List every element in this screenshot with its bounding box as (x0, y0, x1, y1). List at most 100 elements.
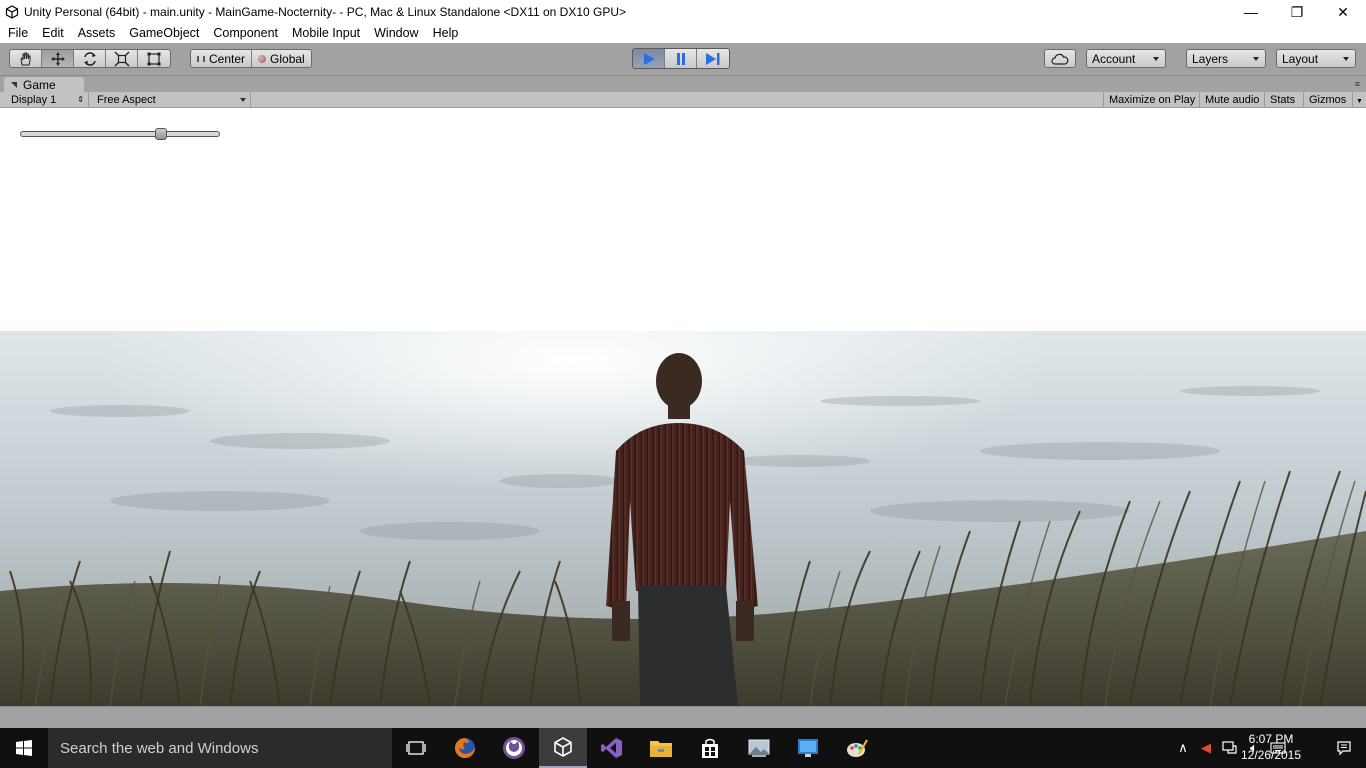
minimize-button[interactable]: — (1228, 0, 1274, 24)
pause-icon (676, 52, 685, 65)
ui-slider-thumb[interactable] (155, 128, 168, 140)
menu-assets[interactable]: Assets (70, 24, 122, 43)
rotate-icon (83, 51, 96, 66)
scale-tool-button[interactable] (106, 50, 138, 67)
pivot-center-button[interactable]: Center (191, 50, 253, 67)
start-button[interactable] (0, 728, 48, 768)
close-button[interactable]: ✕ (1320, 0, 1366, 24)
playback-controls (632, 48, 730, 69)
chevron-up-icon[interactable]: ∧ (1173, 738, 1193, 758)
menu-component[interactable]: Component (205, 24, 284, 43)
search-placeholder: Search the web and Windows (60, 739, 259, 757)
gizmos-toggle[interactable]: Gizmos (1303, 92, 1353, 108)
scale-icon (114, 51, 129, 66)
firefox-icon (455, 738, 475, 758)
tab-game[interactable]: Game (4, 77, 84, 92)
step-icon (706, 52, 720, 65)
file-explorer-icon (650, 741, 672, 757)
rect-tool-button[interactable] (138, 50, 170, 67)
ui-slider-track[interactable] (20, 131, 220, 137)
volume-warning-icon[interactable]: ◀ (1196, 738, 1216, 758)
mute-audio-toggle[interactable]: Mute audio (1199, 92, 1264, 108)
title-bar: Unity Personal (64bit) - main.unity - Ma… (0, 0, 1366, 24)
close-icon: ✕ (1337, 3, 1349, 20)
pivot-global-label: Global (270, 51, 305, 66)
taskbar-search-input[interactable]: Search the web and Windows (48, 728, 392, 768)
pause-button[interactable] (665, 49, 697, 68)
maximize-on-play-toggle[interactable]: Maximize on Play (1103, 92, 1200, 108)
chevron-down-icon (1253, 57, 1259, 61)
menu-help[interactable]: Help (425, 24, 465, 43)
step-button[interactable] (697, 49, 729, 68)
file-explorer-button[interactable] (637, 728, 685, 768)
game-tab-icon (11, 81, 17, 88)
firefox-button[interactable] (441, 728, 489, 768)
hand-tool-button[interactable] (10, 50, 42, 67)
clock-date: 12/26/2015 (1240, 748, 1302, 762)
chevron-down-icon (240, 98, 246, 102)
stats-toggle[interactable]: Stats (1264, 92, 1300, 108)
rect-icon (147, 52, 161, 65)
layout-label: Layout (1282, 51, 1319, 66)
github-button[interactable] (490, 728, 538, 768)
photos-icon (748, 739, 770, 757)
gizmos-dropdown[interactable]: ▼ (1352, 92, 1366, 108)
pivot-global-button[interactable]: Global (252, 50, 311, 67)
stats-label: Stats (1270, 94, 1296, 106)
visual-studio-icon (601, 738, 622, 758)
tab-bar: Game ≡ (0, 76, 1366, 92)
visual-studio-button[interactable] (588, 728, 636, 768)
globe-icon (258, 54, 267, 63)
cloud-services-button[interactable] (1044, 49, 1076, 68)
tab-game-label: Game (23, 77, 56, 92)
updown-icon: ⇕ (77, 95, 84, 104)
menu-mobile-input[interactable]: Mobile Input (284, 24, 366, 43)
minimize-icon: — (1244, 4, 1258, 20)
main-toolbar: Center Global Account Layers Layout (0, 43, 1366, 76)
chevron-down-icon: ▼ (1356, 98, 1363, 105)
game-view-toolbar: Display 1 ⇕ Free Aspect Maximize on Play… (0, 92, 1366, 108)
store-icon (702, 738, 718, 758)
taskbar-clock[interactable]: 6:07 PM 12/26/2015 (1236, 731, 1306, 763)
menu-edit[interactable]: Edit (34, 24, 70, 43)
windows-taskbar: Search the web and Windows ∧ ◀ 🔈︎ 6:07 P… (0, 728, 1366, 768)
unity-logo-icon (4, 4, 20, 20)
menu-bar: File Edit Assets GameObject Component Mo… (0, 24, 1366, 43)
move-icon (50, 51, 65, 66)
display-select-label: Display 1 (11, 94, 57, 106)
rotate-tool-button[interactable] (74, 50, 106, 67)
layout-dropdown[interactable]: Layout (1276, 49, 1356, 68)
tab-menu-icon[interactable]: ≡ (1355, 79, 1360, 89)
account-dropdown[interactable]: Account (1086, 49, 1166, 68)
layers-label: Layers (1192, 51, 1229, 66)
cloud-icon (1051, 53, 1069, 65)
aspect-select[interactable]: Free Aspect (91, 92, 251, 108)
account-label: Account (1092, 51, 1136, 66)
store-button[interactable] (686, 728, 734, 768)
layers-dropdown[interactable]: Layers (1186, 49, 1266, 68)
paint-button[interactable] (833, 728, 881, 768)
play-button[interactable] (633, 49, 665, 68)
menu-window[interactable]: Window (366, 24, 424, 43)
pivot-center-icon (197, 55, 205, 62)
restore-button[interactable]: ❐ (1274, 0, 1320, 24)
pivot-center-label: Center (209, 51, 246, 66)
status-bar (0, 706, 1366, 728)
task-view-icon (406, 741, 426, 755)
remote-desktop-button[interactable] (784, 728, 832, 768)
unity-icon (554, 737, 572, 757)
action-center-icon[interactable] (1334, 738, 1354, 758)
aspect-select-label: Free Aspect (97, 94, 156, 106)
game-viewport[interactable] (0, 109, 1366, 706)
move-tool-button[interactable] (42, 50, 74, 67)
menu-gameobject[interactable]: GameObject (121, 24, 205, 43)
gizmos-label: Gizmos (1309, 94, 1347, 106)
github-icon (503, 737, 525, 759)
menu-file[interactable]: File (0, 24, 34, 43)
photos-button[interactable] (735, 728, 783, 768)
display-select[interactable]: Display 1 ⇕ (5, 92, 89, 108)
unity-taskbar-button[interactable] (539, 728, 587, 768)
windows-logo-icon (16, 740, 32, 756)
task-view-button[interactable] (392, 728, 440, 768)
transform-tools (9, 49, 171, 68)
